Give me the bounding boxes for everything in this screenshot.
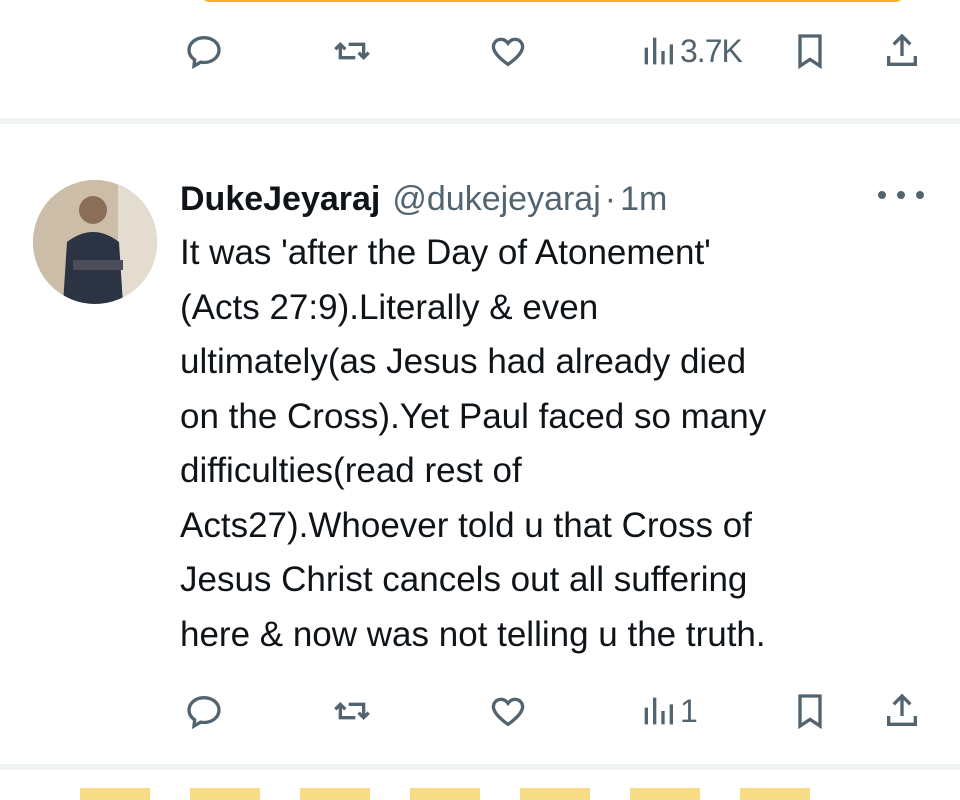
previous-tweet-media-edge <box>200 0 905 2</box>
retweet-button[interactable] <box>332 686 372 736</box>
tweet-divider <box>0 764 960 770</box>
like-button[interactable] <box>488 26 528 76</box>
reply-icon <box>187 695 221 730</box>
user-handle[interactable]: @dukejeyaraj <box>392 180 600 219</box>
more-icon <box>878 191 886 199</box>
retweet-button[interactable] <box>332 26 372 76</box>
previous-tweet-action-bar: 3.7K <box>180 26 925 76</box>
views-count: 1 <box>680 692 698 729</box>
bookmark-button[interactable] <box>790 26 830 76</box>
tweet-time[interactable]: 1m <box>620 180 667 219</box>
reply-button[interactable] <box>184 686 224 736</box>
more-icon-dot <box>897 191 905 199</box>
views-button[interactable]: 3.7K <box>638 26 743 76</box>
reply-icon <box>187 35 221 70</box>
retweet-icon <box>334 41 370 61</box>
more-options-button[interactable] <box>878 180 924 210</box>
display-name[interactable]: DukeJeyaraj <box>180 180 380 219</box>
more-icon-dot <box>916 191 924 199</box>
bookmark-icon <box>798 34 822 70</box>
tweet-header: DukeJeyaraj @dukejeyaraj · 1m <box>180 172 667 226</box>
like-icon <box>491 697 525 727</box>
separator-dot: · <box>604 179 617 218</box>
like-icon <box>491 37 525 67</box>
views-icon <box>644 697 673 725</box>
views-count: 3.7K <box>680 32 743 69</box>
reply-button[interactable] <box>184 26 224 76</box>
like-button[interactable] <box>488 686 528 736</box>
next-tweet-edge <box>80 788 840 800</box>
tweet-text[interactable]: It was 'after the Day of Atonement' (Act… <box>180 226 930 662</box>
share-button[interactable] <box>882 26 922 76</box>
bookmark-button[interactable] <box>790 686 830 736</box>
tweet-action-bar: 1 <box>180 686 925 736</box>
views-button[interactable]: 1 <box>638 686 698 736</box>
tweet-divider <box>0 118 960 124</box>
share-button[interactable] <box>882 686 922 736</box>
views-icon <box>644 37 673 65</box>
avatar-photo <box>33 180 157 304</box>
retweet-icon <box>334 701 370 721</box>
avatar[interactable] <box>33 180 157 304</box>
bookmark-icon <box>798 694 822 730</box>
share-icon <box>887 693 917 726</box>
share-icon <box>887 33 917 66</box>
